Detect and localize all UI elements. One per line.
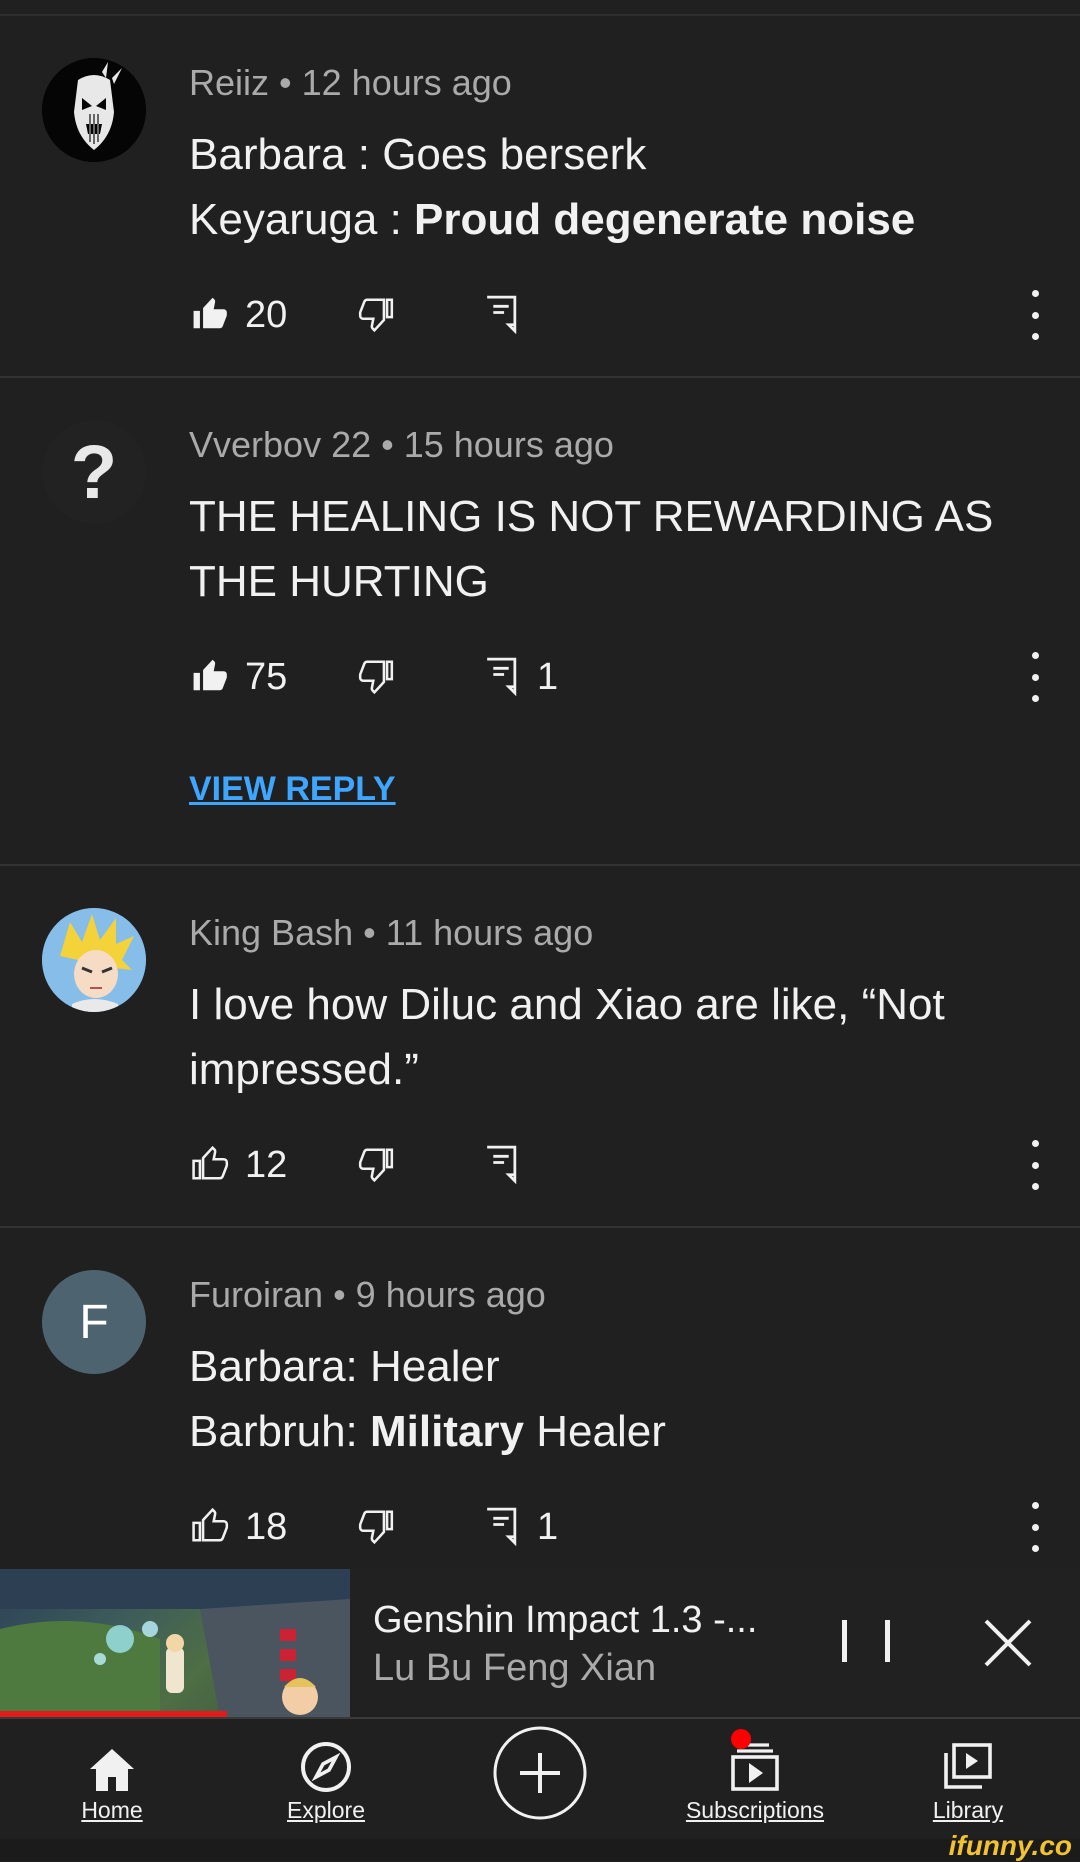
top-divider — [0, 14, 1080, 16]
like-filled-icon[interactable] — [189, 650, 233, 702]
comment-text: THE HEALING IS NOT REWARDING AS THE HURT… — [189, 492, 994, 606]
question-mark-avatar[interactable]: ? — [42, 420, 146, 524]
more-options-icon[interactable] — [1020, 1140, 1050, 1190]
nav-label: Home — [81, 1797, 143, 1823]
mask-avatar[interactable] — [42, 58, 146, 162]
view-reply-link[interactable]: VIEW REPLY — [189, 770, 396, 809]
comment-meta: Reiiz • 12 hours ago — [189, 62, 512, 103]
watermark-bar — [0, 1839, 1080, 1861]
like-count: 18 — [245, 1506, 288, 1548]
more-options-icon[interactable] — [1020, 652, 1050, 702]
nav-create[interactable] — [490, 1719, 590, 1839]
reply-icon[interactable] — [479, 288, 523, 340]
author-name[interactable]: Furoiran — [189, 1274, 323, 1315]
comment-meta: King Bash • 11 hours ago — [189, 912, 594, 953]
dislike-icon[interactable] — [354, 1500, 398, 1552]
compass-icon — [300, 1719, 352, 1793]
comment-text: Barbara: Healer Barbruh: Military Healer — [189, 1342, 666, 1456]
nav-home[interactable]: Home — [62, 1719, 162, 1839]
comment-divider — [0, 864, 1080, 866]
like-count: 20 — [245, 294, 288, 336]
video-title[interactable]: Genshin Impact 1.3 -... — [373, 1599, 757, 1642]
dislike-icon[interactable] — [354, 650, 398, 702]
video-thumbnail[interactable] — [0, 1569, 350, 1717]
nav-label: Explore — [287, 1797, 365, 1823]
nav-subscriptions[interactable]: Subscriptions — [670, 1719, 840, 1839]
channel-name[interactable]: Lu Bu Feng Xian — [373, 1647, 656, 1690]
comment-actions: 12 — [0, 1138, 1080, 1198]
mini-player[interactable]: Genshin Impact 1.3 -... Lu Bu Feng Xian — [0, 1569, 1080, 1717]
home-icon — [88, 1719, 136, 1793]
subscriptions-icon — [727, 1719, 783, 1793]
letter-avatar[interactable]: F — [42, 1270, 146, 1374]
reply-icon[interactable] — [479, 650, 523, 702]
comment-actions: 18 1 — [0, 1500, 1080, 1560]
comment-meta: Vverbov 22 • 15 hours ago — [189, 424, 614, 465]
notification-dot — [731, 1729, 751, 1749]
comment-text: I love how Diluc and Xiao are like, “Not… — [189, 980, 945, 1094]
author-name[interactable]: Reiiz — [189, 62, 269, 103]
comment-time: 9 hours ago — [355, 1274, 546, 1315]
comment-meta: Furoiran • 9 hours ago — [189, 1274, 546, 1315]
comment-actions: 20 — [0, 288, 1080, 348]
comment-actions: 75 1 — [0, 650, 1080, 710]
reply-icon[interactable] — [479, 1500, 523, 1552]
dislike-icon[interactable] — [354, 288, 398, 340]
nav-label: Subscriptions — [685, 1797, 825, 1823]
comment-divider — [0, 376, 1080, 378]
comment-time: 12 hours ago — [301, 62, 512, 103]
more-options-icon[interactable] — [1020, 1502, 1050, 1552]
like-filled-icon[interactable] — [189, 288, 233, 340]
nav-library[interactable]: Library — [918, 1719, 1018, 1839]
anime-character-avatar[interactable] — [42, 908, 146, 1012]
reply-count: 1 — [537, 1506, 559, 1548]
pause-icon[interactable] — [842, 1613, 890, 1671]
bottom-navigation: Home Explore Subscriptions Library — [0, 1719, 1080, 1839]
reply-count: 1 — [537, 656, 559, 698]
nav-label: Library — [932, 1797, 1004, 1823]
author-name[interactable]: Vverbov 22 — [189, 424, 371, 465]
like-count: 75 — [245, 656, 288, 698]
comment-time: 11 hours ago — [385, 912, 594, 953]
dislike-icon[interactable] — [354, 1138, 398, 1190]
like-count: 12 — [245, 1144, 288, 1186]
comment-divider — [0, 1226, 1080, 1228]
comment-text: Barbara : Goes berserk Keyaruga : Proud … — [189, 130, 916, 244]
author-name[interactable]: King Bash — [189, 912, 353, 953]
ifunny-watermark: ifunny.co — [948, 1830, 1072, 1861]
add-icon — [492, 1719, 588, 1827]
more-options-icon[interactable] — [1020, 290, 1050, 340]
library-icon — [942, 1719, 994, 1793]
reply-icon[interactable] — [479, 1138, 523, 1190]
like-icon[interactable] — [189, 1500, 233, 1552]
close-icon[interactable] — [978, 1613, 1038, 1673]
comment-time: 15 hours ago — [403, 424, 614, 465]
nav-explore[interactable]: Explore — [266, 1719, 386, 1839]
like-icon[interactable] — [189, 1138, 233, 1190]
